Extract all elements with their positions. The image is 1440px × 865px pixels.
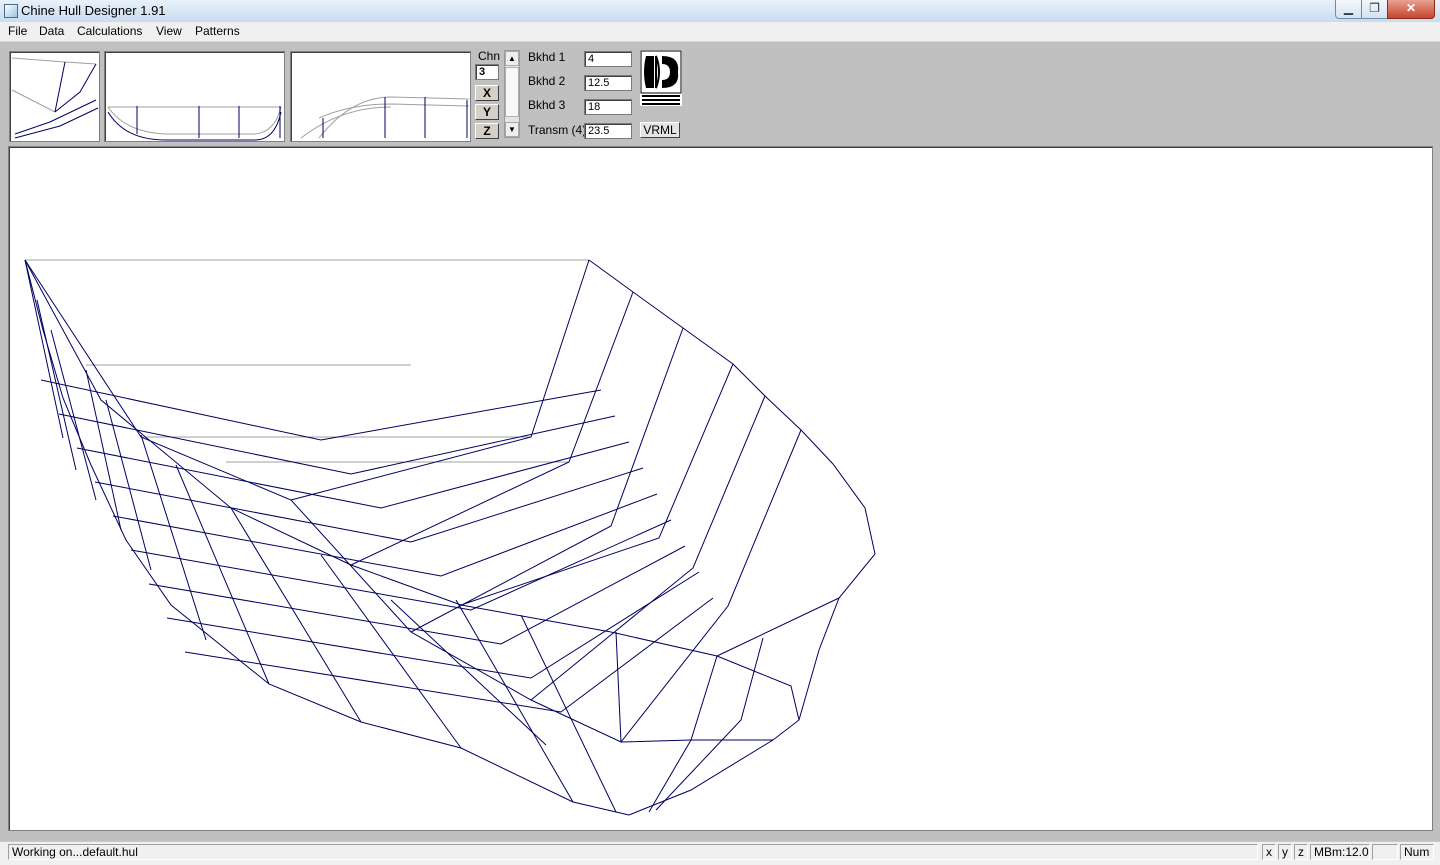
plank-line (112, 493, 658, 577)
hull-outline (24, 259, 630, 816)
chine-label: Chn (478, 49, 501, 63)
window-title: Chine Hull Designer 1.91 (21, 3, 166, 18)
bulkhead-1-label: Bkhd 1 (528, 50, 566, 64)
plank-line (76, 441, 630, 509)
plank-line (40, 379, 602, 441)
status-y: y (1278, 844, 1292, 860)
designer-logo-icon (640, 50, 682, 106)
bulkhead-2-label: Bkhd 2 (528, 74, 566, 88)
scroll-up-arrow-icon[interactable]: ▲ (505, 51, 519, 66)
status-message: Working on...default.hul (8, 844, 1258, 860)
status-x: x (1262, 844, 1276, 860)
thumbnail-perspective-view[interactable] (9, 51, 100, 142)
axis-z-button[interactable]: Z (475, 123, 499, 139)
chine-scrollbar[interactable]: ▲ ▼ (504, 50, 520, 138)
bulkhead-2-field[interactable]: 12.5 (584, 75, 632, 91)
vrml-button[interactable]: VRML (640, 122, 680, 138)
bulkhead-3-label: Bkhd 3 (528, 98, 566, 112)
station-line (85, 369, 122, 531)
thumbnail-profile-drawing (107, 106, 282, 141)
bulkhead-line (350, 291, 634, 566)
transom-label: Transm (4) (528, 123, 587, 137)
station-line (455, 599, 574, 803)
chine-field[interactable]: 3 (475, 64, 499, 80)
station-line (140, 434, 207, 641)
plank-line (148, 545, 686, 645)
menu-file[interactable]: File (8, 24, 27, 38)
close-button[interactable]: ✕ (1387, 0, 1435, 19)
plank-line (184, 597, 714, 713)
station-line (230, 507, 362, 723)
bulkhead-line (716, 597, 840, 657)
station-line (175, 464, 270, 685)
menu-calculations[interactable]: Calculations (77, 24, 142, 38)
scroll-down-arrow-icon[interactable]: ▼ (505, 122, 519, 137)
toolbar: Chn 3 X Y Z ▲ ▼ Bkhd 1 4 Bkhd 2 12.5 Bkh… (0, 42, 1440, 145)
thumbnail-perspective-drawing (11, 57, 99, 139)
menu-view[interactable]: View (156, 24, 182, 38)
status-bar: Working on...default.hul x y z MBm:12.07… (0, 841, 1440, 865)
hull-3d-viewport[interactable] (8, 146, 1433, 831)
keel-line (648, 655, 718, 813)
bulkhead-line (410, 327, 684, 633)
status-z: z (1294, 844, 1308, 860)
hull-wireframe-drawing (24, 259, 876, 816)
station-line (24, 259, 64, 439)
station-line (36, 299, 77, 471)
axis-x-button[interactable]: X (475, 85, 499, 101)
title-bar: Chine Hull Designer 1.91 ▁ ❐ ✕ (0, 0, 1440, 23)
app-icon[interactable] (4, 4, 18, 18)
status-mbm: MBm:12.07 (1310, 844, 1370, 860)
menu-data[interactable]: Data (39, 24, 64, 38)
bulkhead-1-field[interactable]: 4 (584, 51, 632, 67)
bulkhead-line (290, 259, 590, 501)
chine-line (24, 259, 773, 743)
minimize-button[interactable]: ▁ (1335, 0, 1362, 19)
bulkhead-line (530, 395, 766, 701)
bulkhead-line (620, 429, 802, 743)
thumbnail-plan-view[interactable] (290, 51, 471, 142)
status-blank (1372, 844, 1398, 860)
station-line (320, 554, 462, 749)
status-num: Num (1400, 844, 1434, 860)
menu-bar: File Data Calculations View Patterns (0, 22, 1440, 42)
station-line (615, 631, 622, 743)
keel-line (655, 637, 764, 811)
scroll-thumb[interactable] (505, 67, 519, 117)
menu-patterns[interactable]: Patterns (195, 24, 240, 38)
transom-field[interactable]: 23.5 (584, 123, 632, 139)
thumbnail-plan-drawing (300, 96, 470, 139)
maximize-button[interactable]: ❐ (1361, 0, 1388, 19)
plank-line (58, 413, 616, 475)
station-line (520, 614, 617, 813)
bulkhead-3-field[interactable]: 18 (584, 99, 632, 115)
thumbnail-profile-view[interactable] (104, 51, 285, 142)
axis-y-button[interactable]: Y (475, 104, 499, 120)
